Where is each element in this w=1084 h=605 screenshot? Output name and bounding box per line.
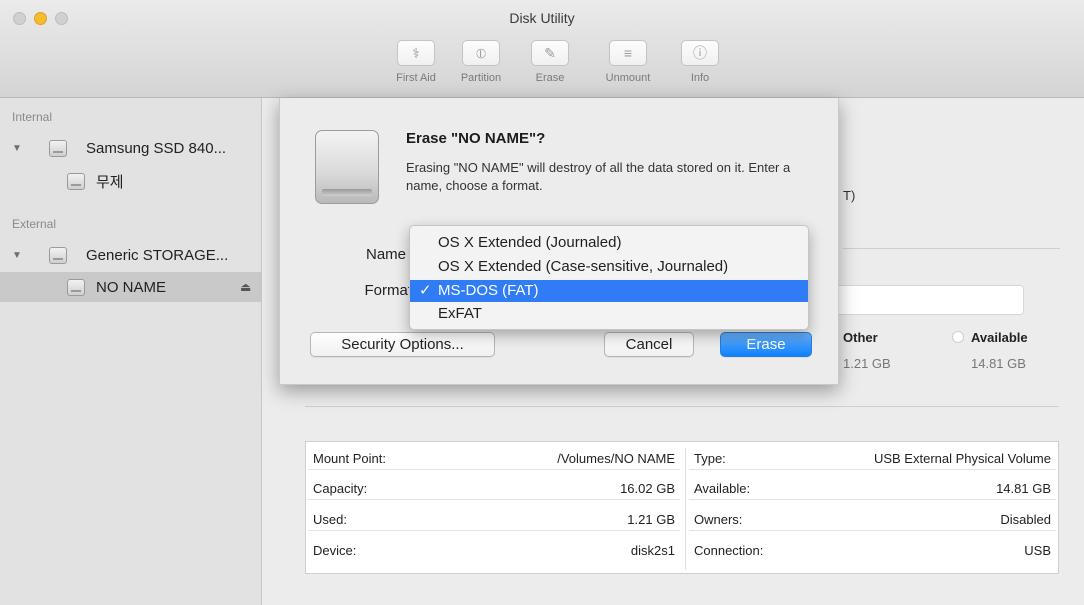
menu-item-os-x-extended-case-sensitive[interactable]: OS X Extended (Case-sensitive, Journaled… (410, 256, 808, 278)
legend-available-value: 14.81 GB (971, 356, 1026, 371)
volume-icon (67, 172, 85, 190)
external-drive-icon (49, 246, 67, 264)
toolbar-partition-label: Partition (460, 72, 502, 84)
info-value: 16.02 GB (508, 478, 680, 500)
legend-other-value: 1.21 GB (843, 356, 891, 371)
toolbar-info-label: Info (690, 72, 710, 84)
info-value: /Volumes/NO NAME (508, 448, 680, 470)
column-separator (685, 448, 686, 570)
sidebar-item-label: 무제 (96, 173, 124, 191)
sidebar-item-label: Generic STORAGE... (86, 246, 229, 264)
info-value: USB (1024, 543, 1051, 558)
cancel-button[interactable]: Cancel (604, 332, 694, 357)
erase-icon: ✎ (531, 40, 569, 66)
divider (843, 248, 1060, 249)
info-key: Connection: (694, 543, 764, 558)
toolbar-info[interactable]: ⓘ Info (670, 40, 730, 84)
divider (305, 406, 1059, 407)
disclosure-triangle-icon[interactable]: ▼ (12, 143, 22, 154)
toolbar-first-aid[interactable]: ⚕ First Aid (386, 40, 446, 84)
disclosure-triangle-icon[interactable]: ▼ (12, 250, 22, 261)
info-key: Used: (308, 509, 508, 531)
volume-icon (67, 278, 85, 296)
unmount-icon: ≡ (609, 40, 647, 66)
volume-format-text: T) (843, 188, 856, 203)
sidebar-item-label: Samsung SSD 840... (86, 139, 227, 157)
info-value: 14.81 GB (819, 478, 1056, 500)
sidebar-item-no-name[interactable]: NO NAME ⏏ (0, 272, 262, 302)
toolbar-erase[interactable]: ✎ Erase (520, 40, 580, 84)
format-popup-menu[interactable]: OS X Extended (Journaled) OS X Extended … (409, 225, 809, 330)
menu-item-ms-dos-fat[interactable]: ✓ MS-DOS (FAT) (410, 280, 808, 302)
security-options-button[interactable]: Security Options... (310, 332, 495, 357)
toolbar-unmount[interactable]: ≡ Unmount (598, 40, 658, 84)
info-key: Capacity: (308, 478, 508, 500)
checkmark-icon: ✓ (419, 282, 432, 299)
stethoscope-icon: ⚕ (397, 40, 435, 66)
info-key: Device: (313, 543, 357, 558)
menu-item-exfat[interactable]: ExFAT (410, 303, 808, 325)
internal-drive-icon (49, 139, 67, 157)
info-key: Type: (689, 448, 819, 470)
menu-item-label: MS-DOS (FAT) (438, 282, 539, 299)
window-titlebar: Disk Utility ⚕ First Aid ⦶ Partition ✎ E… (0, 0, 1084, 98)
toolbar-unmount-label: Unmount (605, 72, 651, 84)
toolbar-first-aid-label: First Aid (396, 72, 436, 84)
erase-button[interactable]: Erase (720, 332, 812, 357)
sidebar-item-label: NO NAME (96, 278, 167, 296)
info-key: Owners: (689, 509, 819, 531)
legend-other-title: Other (843, 330, 878, 345)
partition-icon: ⦶ (462, 40, 500, 66)
toolbar-erase-label: Erase (535, 72, 565, 84)
name-label: Name (365, 246, 406, 263)
sidebar-header-external: External (12, 217, 57, 231)
sidebar-item-generic-storage[interactable]: ▼ Generic STORAGE... (0, 240, 262, 270)
hard-drive-icon (315, 130, 379, 204)
sidebar-header-internal: Internal (12, 110, 53, 124)
sidebar-item-samsung-ssd[interactable]: ▼ Samsung SSD 840... (0, 133, 262, 163)
legend-available-title: Available (971, 330, 1028, 345)
eject-icon[interactable]: ⏏ (240, 280, 251, 294)
usage-bar (836, 285, 1024, 315)
menu-item-os-x-extended-journaled[interactable]: OS X Extended (Journaled) (410, 232, 808, 254)
info-value: Disabled (819, 509, 1056, 531)
sidebar-item-volume-muje[interactable]: 무제 (0, 166, 262, 196)
info-table: Mount Point: /Volumes/NO NAME Capacity: … (305, 441, 1059, 574)
info-value: 1.21 GB (508, 509, 680, 531)
dialog-title: Erase "NO NAME"? (406, 130, 546, 147)
toolbar-partition[interactable]: ⦶ Partition (451, 40, 511, 84)
info-key: Mount Point: (308, 448, 508, 470)
info-value: disk2s1 (630, 543, 675, 558)
sidebar: Internal ▼ Samsung SSD 840... 무제 Externa… (0, 98, 262, 605)
format-label: Format (364, 282, 412, 299)
window-title: Disk Utility (509, 10, 575, 26)
info-icon: ⓘ (681, 40, 719, 66)
info-value: USB External Physical Volume (819, 448, 1056, 470)
info-key: Available: (689, 478, 819, 500)
legend-available-dot (952, 331, 964, 343)
dialog-message: Erasing "NO NAME" will destroy of all th… (406, 160, 791, 193)
